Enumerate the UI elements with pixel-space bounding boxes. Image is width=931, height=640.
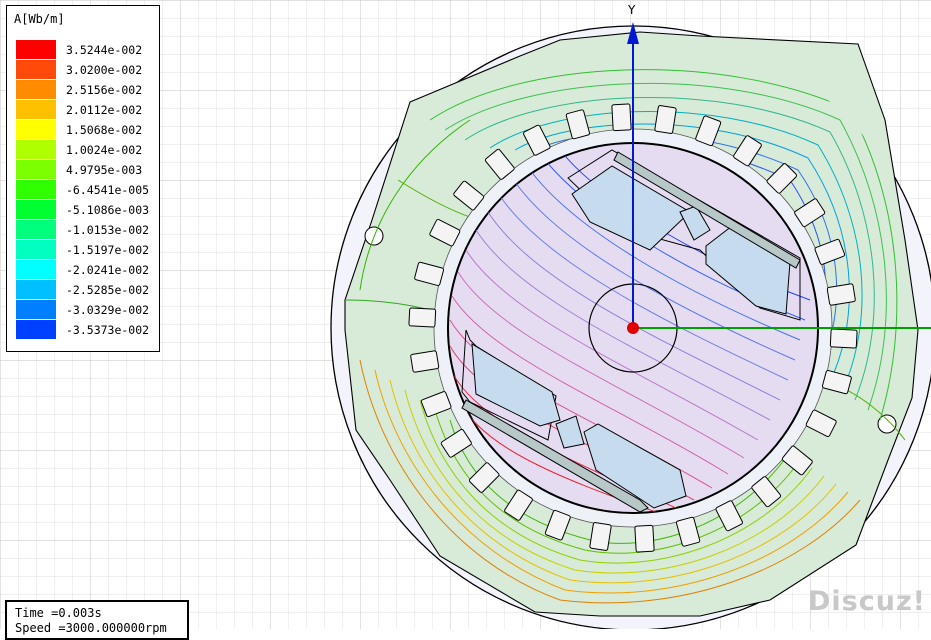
legend-value: -1.0153e-002 — [66, 223, 150, 237]
legend-value: 3.5244e-002 — [66, 43, 143, 57]
legend-swatch — [16, 120, 56, 139]
stator-slot — [826, 283, 856, 306]
legend-value: -1.5197e-002 — [66, 243, 150, 257]
stator-slot — [410, 350, 440, 373]
legend-row: 2.5156e-002 — [16, 80, 156, 100]
legend-row: -5.1086e-003 — [16, 200, 156, 220]
legend-value: -5.1086e-003 — [66, 203, 150, 217]
legend-swatch — [16, 180, 56, 199]
time-readout: Time =0.003s — [15, 606, 102, 620]
legend-swatch — [16, 140, 56, 159]
legend-swatch — [16, 280, 56, 299]
legend-swatch — [16, 60, 56, 79]
legend-row: 1.0024e-002 — [16, 140, 156, 160]
legend-value: 1.0024e-002 — [66, 143, 143, 157]
speed-readout: Speed =3000.000000rpm — [15, 621, 167, 635]
stator-slot — [634, 524, 655, 553]
legend-swatch — [16, 200, 56, 219]
legend-value: 3.0200e-002 — [66, 63, 143, 77]
legend-row: 2.0112e-002 — [16, 100, 156, 120]
legend-swatch — [16, 100, 56, 119]
legend-value: -3.0329e-002 — [66, 303, 150, 317]
legend-row: 4.9795e-003 — [16, 160, 156, 180]
legend-swatch — [16, 40, 56, 59]
legend-swatch — [16, 80, 56, 99]
legend-row: 1.5068e-002 — [16, 120, 156, 140]
color-legend[interactable]: A[Wb/m] 3.5244e-002 3.0200e-002 2.5156e-00… — [6, 5, 160, 352]
legend-swatch — [16, 160, 56, 179]
legend-row: -1.5197e-002 — [16, 240, 156, 260]
simulation-info-box: Time =0.003s Speed =3000.000000rpm — [5, 600, 189, 640]
legend-row: -3.5373e-002 — [16, 320, 156, 340]
stator-slot — [408, 307, 437, 328]
legend-value: -2.5285e-002 — [66, 283, 150, 297]
legend-row: -2.0241e-002 — [16, 260, 156, 280]
legend-row: -2.5285e-002 — [16, 280, 156, 300]
legend-row: -6.4541e-005 — [16, 180, 156, 200]
legend-swatch — [16, 260, 56, 279]
legend-value: 2.0112e-002 — [66, 103, 143, 117]
legend-value: -6.4541e-005 — [66, 183, 150, 197]
legend-value: 4.9795e-003 — [66, 163, 143, 177]
watermark-logo: Discuz! — [808, 586, 926, 617]
legend-swatch — [16, 320, 56, 339]
y-axis-label: Y — [628, 3, 636, 17]
legend-value: 1.5068e-002 — [66, 123, 143, 137]
stator-slot — [611, 103, 632, 132]
legend-row: -1.0153e-002 — [16, 220, 156, 240]
legend-row: 3.5244e-002 — [16, 40, 156, 60]
stator-slot — [589, 522, 612, 551]
legend-row: -3.0329e-002 — [16, 300, 156, 320]
origin-marker — [627, 322, 639, 334]
legend-value: 2.5156e-002 — [66, 83, 143, 97]
legend-swatch — [16, 300, 56, 319]
legend-swatch — [16, 240, 56, 259]
legend-value: -2.0241e-002 — [66, 263, 150, 277]
stator-slot — [829, 328, 858, 349]
stator-slot — [654, 105, 677, 134]
legend-swatch — [16, 220, 56, 239]
legend-title: A[Wb/m] — [14, 12, 65, 26]
legend-value: -3.5373e-002 — [66, 323, 150, 337]
legend-row: 3.0200e-002 — [16, 60, 156, 80]
